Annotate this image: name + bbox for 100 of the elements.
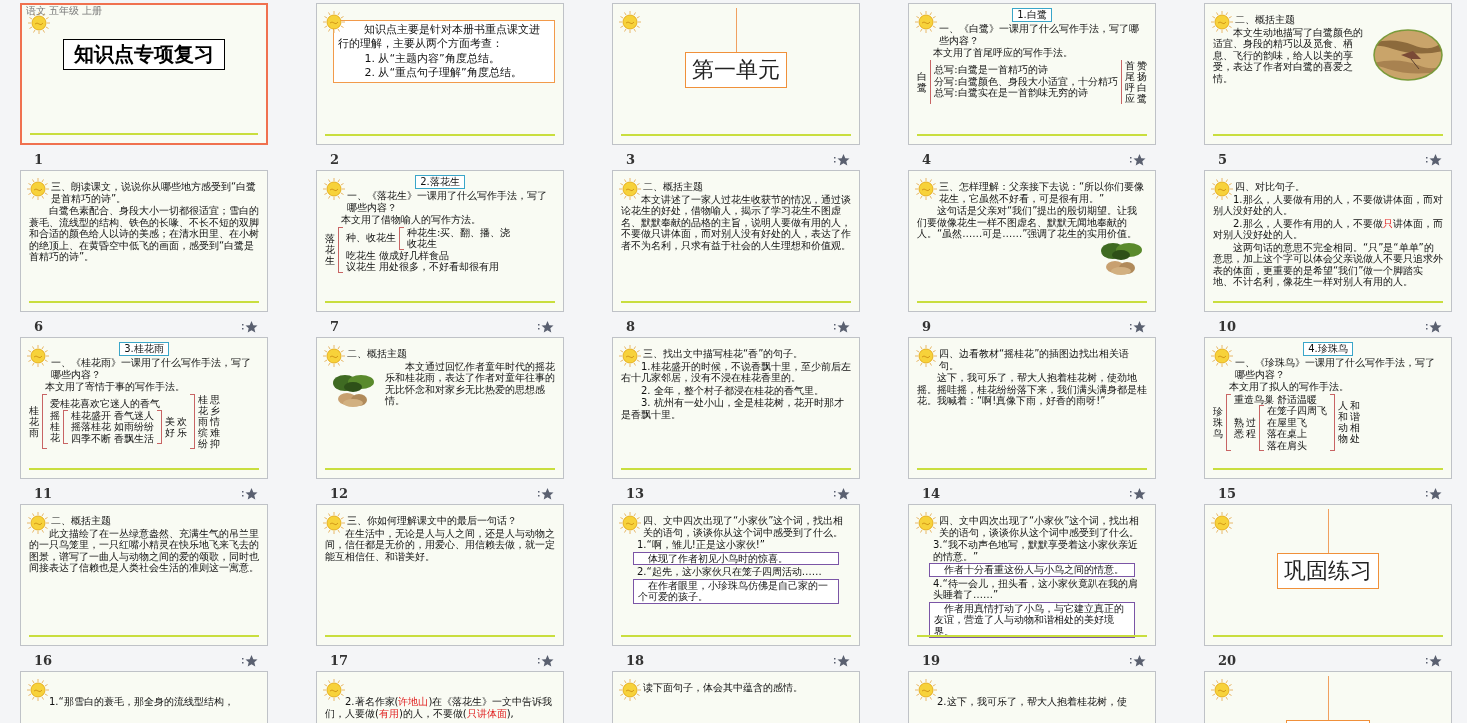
tree-label: 赞扬白鹭 — [1137, 59, 1147, 104]
tree-text: 总写:白鹭是一首精巧的诗 — [934, 64, 1049, 76]
lesson-tag: 4.珍珠鸟 — [1303, 342, 1353, 356]
slide-thumbnail[interactable]: 1.“那雪白的蓑毛，那全身的流线型结构， — [20, 671, 268, 723]
slide-thumbnail[interactable]: 二、概括主题 此文描绘了在一丛绿意盎然、充满生气的吊兰里的一只鸟笼里，一只红嘴小精灵在快乐地飞来飞去的图景，谱写了一曲人与动物之间的爱的颂歌，同时也间接表达了信赖也是人类社会生活的准则这一寓意。 — [20, 504, 268, 646]
sun-icon — [26, 678, 50, 702]
slide-thumbnail[interactable]: 读下面句子，体会其中蕴含的感情。 — [612, 671, 860, 723]
slide-thumbnail[interactable]: 3.桂花雨 一、《桂花雨》一课用了什么写作手法，写了哪些内容？ 本文用了寄情于事的写作手法。 桂花雨 爱桂花喜欢它迷人的香气 摇桂花 桂花盛开 香气迷人 摇落桂花 如雨纷纷 四季不断 香飘生活 美好 欢乐 桂花雨缤纷 思乡情难抑 — [20, 337, 268, 479]
connector-line — [735, 8, 737, 52]
slide-heading: 二、概括主题 — [347, 348, 408, 360]
tree-label: 思乡情难抑 — [210, 393, 221, 449]
slide-heading: 三、你如何理解课文中的最后一句话？ — [347, 515, 518, 527]
tree-label: 落花生 — [325, 233, 335, 266]
slide-thumbnail[interactable]: 四、对比句子。 1.那么，人要做有用的人，不要做讲体面，而对别人没好处的人。 2.那么，人要作有用的人，不要做只讲体面，而对别人没好处的人。 这两句话的意思不完全相同。“只”是“单单”的意思，加上这个字可以体会父亲说做人不要只追求外表的体面，更重要的是希望“我们”做一个脚踏实地、不计名利，像花生一样对别人有用的人。 — [1204, 170, 1452, 312]
slide-paragraph: 1.那么，人要做有用的人，不要做讲体面，而对别人没好处的人。 — [1213, 193, 1443, 217]
tree-label: 桂花雨 — [29, 404, 39, 438]
animation-star-icon — [1130, 152, 1146, 167]
slide-thumbnail[interactable]: 三、朗读课文，说说你从哪些地方感受到“白鹭是首精巧的诗”。 白鹭色素配合、身段大小一切都很适宜；雪白的蓑毛、流线型的结构、铁色的长喙、不长不短的双脚和合适的颜色给人以诗的美感；在清水田里、在小树的绝顶上、在黄昏空中低飞的画面，感受到“白鹭是首精巧的诗”。 — [20, 170, 268, 312]
answer-note: 作者十分看重这份人与小鸟之间的情意。 — [929, 563, 1135, 577]
slide-heading: 一、《白鹭》一课用了什么写作手法，写了哪些内容？ — [939, 23, 1140, 46]
sun-icon — [322, 511, 346, 535]
slide-paragraph: 2.那么，人要作有用的人，不要做只讲体面，而对别人没好处的人。 — [1213, 217, 1443, 241]
lesson-tag: 2.落花生 — [415, 175, 465, 189]
slide-paragraph: 2.这下，我可乐了，帮大人抱着桂花树，使 — [936, 696, 1128, 708]
slide-paragraph: 1.桂花盛开的时候，不说香飘十里，至少前后左右十几家邻居，没有不浸在桂花香里的。 — [621, 360, 851, 384]
slide-heading: 一、《桂花雨》一课用了什么写作手法，写了哪些内容？ — [51, 357, 252, 380]
slide-thumbnail[interactable]: 二、概括主题 本文生动地描写了白鹭颜色的适宜、身段的精巧以及觅食、栖息、飞行的韵味，给人以美的享受，表达了作者对白鹭的喜爱之情。 — [1204, 3, 1452, 145]
slide-heading: 四、边看教材“摇桂花”的插图边找出相关语句。 — [939, 348, 1131, 371]
sun-icon — [618, 344, 642, 368]
tree-text: 桂花盛开 香气迷人 — [71, 409, 155, 421]
animation-star-icon — [834, 152, 850, 167]
slide-thumbnail[interactable]: 语文 五年级 上册 知识点专项复习 — [20, 3, 268, 145]
tree-text: 在屋里飞 — [1267, 416, 1308, 428]
slide-thumbnail[interactable]: 巩固练习 — [1204, 504, 1452, 646]
slide-thumbnail[interactable]: 4.珍珠鸟 一、《珍珠鸟》一课用了什么写作手法，写了哪些内容？ 本文用了拟人的写作手法。 珍珠鸟 重造鸟巢 舒适温暖 熟悉 过程 在笼子四周飞 在屋里飞 落在桌上 落在肩头 人和动物 和谐相处 — [1204, 337, 1452, 479]
slide-number: 14 — [922, 486, 941, 501]
tree-text: 种花生:买、翻、播、浇 — [407, 226, 511, 238]
sun-icon — [26, 177, 50, 201]
slide-text: 本文用了拟人的写作手法。 — [1228, 381, 1350, 393]
sun-icon — [26, 511, 50, 535]
tree-text: 爱桂花喜欢它迷人的香气 — [50, 398, 161, 410]
animation-star-icon — [242, 653, 258, 668]
slide-number: 16 — [34, 653, 53, 668]
sun-icon — [1210, 678, 1234, 702]
sun-icon — [1210, 511, 1234, 535]
animation-star-icon — [1130, 486, 1146, 501]
sun-icon — [1210, 10, 1234, 34]
sun-icon — [914, 344, 938, 368]
slide-thumbnail[interactable]: 第一单元 — [612, 3, 860, 145]
animation-star-icon — [538, 319, 554, 334]
slide-thumbnail[interactable]: 2.这下，我可乐了，帮大人抱着桂花树，使 — [908, 671, 1156, 723]
slide-number: 9 — [922, 319, 932, 334]
slide-number: 17 — [330, 653, 349, 668]
sun-icon — [1210, 177, 1234, 201]
animation-star-icon — [242, 486, 258, 501]
slide-heading: 三、怎样理解：父亲接下去说：“所以你们要像花生，它虽然不好看，可是很有用。” — [939, 181, 1146, 204]
slide-number: 5 — [1218, 152, 1228, 167]
tree-text: 吃花生 做成好几样食品 — [346, 249, 451, 261]
slide-thumbnail[interactable]: 四、文中四次出现了“小家伙”这个词，找出相关的语句，谈谈你从这个词中感受到了什么。 3.“我不动声色地写，默默享受着这小家伙亲近的情意。” 作者十分看重这份人与小鸟之间的情意。 4.“待一会儿，扭头看，这小家伙竟趴在我的肩头睡着了……” 作者用真情打动了小鸟，与它建立真正的友谊，营造了人与动物和谐相处的美好境界。 — [908, 504, 1156, 646]
tree-label: 桂花雨缤纷 — [198, 393, 209, 449]
slide-thumbnail[interactable]: 2.落花生 一、《落花生》一课用了什么写作手法，写了哪些内容？ 本文用了借物喻人的写作方法。 落花生 种、收花生 种花生:买、翻、播、浇 收花生 吃花生 做成好几样食品 议花生 用处很多，不好看却很有用 — [316, 170, 564, 312]
answer-note: 作者用真情打动了小鸟，与它建立真正的友谊，营造了人与动物和谐相处的美好境界。 — [929, 601, 1135, 638]
sun-icon — [914, 177, 938, 201]
sun-icon — [322, 678, 346, 702]
slide-paragraph: 这下，我可乐了，帮大人抱着桂花树，使劲地摇。摇哇摇，桂花纷纷落下来，我们满头满身都是桂花。我喊着：“啊!真像下雨，好香的雨呀!” — [917, 372, 1147, 407]
animation-star-icon — [834, 653, 850, 668]
slide-paragraph: 白鹭色素配合、身段大小一切都很适宜；雪白的蓑毛、流线型的结构、铁色的长喙、不长不短的双脚和合适的颜色给人以诗的美感；在清水田里、在小树的绝顶上、在黄昏空中低飞的画面，感受到“白鹭是首精巧的诗”。 — [29, 205, 259, 263]
slide-thumbnail[interactable]: 四、文中四次出现了“小家伙”这个词，找出相关的语句，谈谈你从这个词中感受到了什么。 1.“啊，雏儿!正是这小家伙!” 体现了作者初见小鸟时的惊喜。 2.“起先，这小家伙只在笼子四周活动…… 在作者眼里，小珍珠鸟仿佛是自己家的一个可爱的孩子。 — [612, 504, 860, 646]
slide-number: 20 — [1218, 653, 1237, 668]
slide-thumbnail[interactable]: 二、概括主题 本文讲述了一家人过花生收获节的情况，通过谈论花生的好处，借物喻人，揭示了学习花生不图虚名、默默奉献的品格的主旨，说明人要做有用的人，不要做只讲体面，而对别人没有好处的人，表达了作者不为名利，只求有益于社会的人生理想和价值观。 — [612, 170, 860, 312]
slide-thumbnail[interactable]: 2.著名作家(许地山)在《落花生》一文中告诉我们，人要做(有用)的人，不要做(只讲体面), — [316, 671, 564, 723]
slide-thumbnail[interactable]: 二、概括主题 本文通过回忆作者童年时代的摇花乐和桂花雨，表达了作者对童年往事的无比怀念和对家乡无比热爱的思想感情。 — [316, 337, 564, 479]
outline-text: 知识点主要是针对本册书重点课文进行的理解，主要从两个方面考查： — [338, 23, 542, 52]
sun-icon — [26, 344, 50, 368]
slide-number: 2 — [330, 152, 340, 167]
animation-star-icon — [1130, 653, 1146, 668]
slide-text: 4.“待一会儿，扭头看，这小家伙竟趴在我的肩头睡着了……” — [932, 577, 1139, 601]
slide-text: 本文用了借物喻人的写作方法。 — [340, 214, 482, 226]
slide-number: 15 — [1218, 486, 1237, 501]
slide-number: 7 — [330, 319, 340, 334]
tree-text: 在笼子四周飞 — [1267, 405, 1327, 417]
slide-thumbnail[interactable]: 三、找出文中描写桂花“香”的句子。 1.桂花盛开的时候，不说香飘十里，至少前后左右十几家邻居，没有不浸在桂花香里的。 2. 全年，整个村子都浸在桂花的香气里。 3. 杭州有一处小山，全是桂花树，花开时那才是香飘十里。 — [612, 337, 860, 479]
slide-thumbnail[interactable]: 四、边看教材“摇桂花”的插图边找出相关语句。 这下，我可乐了，帮大人抱着桂花树，使劲地摇。摇哇摇，桂花纷纷落下来，我们满头满身都是桂花。我喊着：“啊!真像下雨，好香的雨呀!” — [908, 337, 1156, 479]
slide-heading: 三、找出文中描写桂花“香”的句子。 — [643, 348, 805, 360]
lesson-tag: 1.白鹭 — [1012, 8, 1052, 22]
slide-thumbnail[interactable]: 知识点主要是针对本册书重点课文进行的理解，主要从两个方面考查： 1. 从“主题内容”角度总结。 2. 从“重点句子理解”角度总结。 — [316, 3, 564, 145]
sun-icon — [322, 10, 346, 34]
slide-heading: 四、文中四次出现了“小家伙”这个词，找出相关的语句，谈谈你从这个词中感受到了什么。 — [939, 515, 1141, 538]
tree-label: 白鹭 — [917, 70, 927, 93]
slide-title: 知识点专项复习 — [63, 39, 225, 70]
slide-paragraph: 本文通过回忆作者童年时代的摇花乐和桂花雨，表达了作者对童年往事的无比怀念和对家乡无比热爱的思想感情。 — [385, 360, 555, 407]
slide-number: 6 — [34, 319, 44, 334]
tree-text: 落在桌上 — [1267, 428, 1308, 440]
slide-heading: 二、概括主题 — [51, 515, 112, 527]
slide-heading: 二、概括主题 — [643, 181, 704, 193]
slide-thumbnail[interactable]: 三、怎样理解：父亲接下去说：“所以你们要像花生，它虽然不好看，可是很有用。” 这句话是父亲对“我们”提出的殷切期望。让我们要做像花生一样不图虚名、默默无闻地奉献的人。“虽然……可是……”强调了花生的实用价值。 — [908, 170, 1156, 312]
slide-thumbnail[interactable]: 三、你如何理解课文中的最后一句话？ 在生活中，无论是人与人之间，还是人与动物之间，信任都是无价的，用爱心、用信赖去做，就一定能互相信任、和谐美好。 — [316, 504, 564, 646]
slide-paragraph: 这句话是父亲对“我们”提出的殷切期望。让我们要做像花生一样不图虚名、默默无闻地奉献的人。“虽然……可是……”强调了花生的实用价值。 — [917, 205, 1139, 240]
slide-number: 8 — [626, 319, 636, 334]
slide-heading: 四、文中四次出现了“小家伙”这个词，找出相关的语句，谈谈你从这个词中感受到了什么。 — [643, 515, 845, 538]
